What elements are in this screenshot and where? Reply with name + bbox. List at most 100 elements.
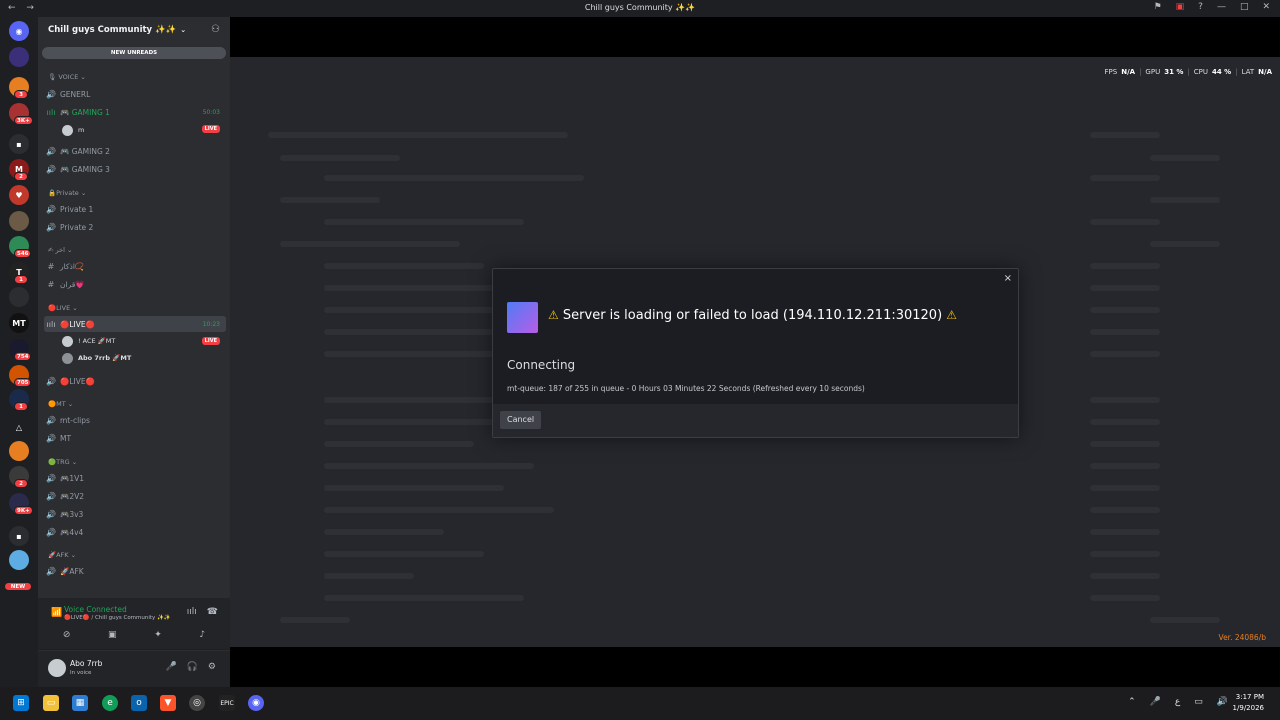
server-icon-server-14[interactable] <box>9 441 29 461</box>
gpu-value: 31 % <box>1164 68 1184 76</box>
category-live[interactable]: 🔴LIVE ⌄ <box>48 304 78 312</box>
category-mt[interactable]: 🟠MT ⌄ <box>48 400 73 408</box>
outlook-icon[interactable]: o <box>131 695 147 711</box>
dialog-title: ⚠ Server is loading or failed to load (1… <box>548 308 958 323</box>
disconnect-icon[interactable]: ☎ <box>207 607 218 617</box>
noise-suppression-icon[interactable]: ıılı <box>187 607 197 617</box>
camera-off-icon[interactable]: ⊘ <box>63 630 71 640</box>
channel-quran[interactable]: # قران💗 <box>44 276 226 292</box>
channel-1v1[interactable]: 🔊 🎮1V1 <box>44 470 226 486</box>
server-header[interactable]: Chill guys Community ✨✨ ⌄ ⚇ <box>38 17 230 43</box>
discord-icon[interactable]: ◉ <box>248 695 264 711</box>
soundboard-icon[interactable]: ♪ <box>199 630 205 640</box>
store-icon[interactable]: ▦ <box>72 695 88 711</box>
server-icon-folder-2[interactable]: ▪ <box>9 526 29 546</box>
channel-mt[interactable]: 🔊 MT <box>44 430 226 446</box>
channel-private-2[interactable]: 🔊 Private 2 <box>44 219 226 235</box>
blurred-menu-row <box>324 263 484 269</box>
category-arabic[interactable]: ✍ اخر ⌄ <box>48 246 72 254</box>
category-private[interactable]: 🔒Private ⌄ <box>48 189 86 197</box>
new-badge[interactable]: NEW <box>4 582 32 591</box>
live-indicator: LIVE <box>198 333 226 349</box>
server-icon-folder-1[interactable]: ▪ <box>9 134 29 154</box>
blurred-menu-row <box>324 463 534 469</box>
server-icon-discord-home[interactable]: ◉ <box>9 21 29 41</box>
windows-start-icon[interactable]: ⊞ <box>13 695 29 711</box>
speaker-icon: 🔊 <box>46 527 56 537</box>
help-icon[interactable]: ? <box>1198 2 1203 12</box>
server-icon-server-13[interactable]: △ <box>9 417 29 437</box>
server-icon-server-mt[interactable]: MT <box>9 313 29 333</box>
server-rail: ◉ 3 3K+ ▪ M 2 ♥ 546 T 1 MT 754 705 1 △ 2 9K+ ▪ NEW <box>0 17 38 687</box>
user-avatar[interactable] <box>48 659 66 677</box>
channel-gaming-3[interactable]: 🔊 🎮 GAMING 3 <box>44 161 226 177</box>
blurred-menu-value <box>1090 529 1160 535</box>
channel-mt-clips[interactable]: 🔊 mt-clips <box>44 412 226 428</box>
inbox-icon[interactable]: ▣ <box>1176 2 1185 12</box>
channel-azkar[interactable]: # اذكار📿 <box>44 258 226 274</box>
channel-2v2[interactable]: 🔊 🎮2V2 <box>44 488 226 504</box>
voice-user-ace[interactable]: ! ACE 🚀MT <box>62 334 115 348</box>
brave-browser-icon[interactable]: ▼ <box>160 695 176 711</box>
channel-3v3[interactable]: 🔊 🎮3v3 <box>44 506 226 522</box>
channel-live-2[interactable]: 🔊 🔴LIVE🔴 <box>44 373 226 389</box>
minimize-icon[interactable]: — <box>1217 2 1226 12</box>
steam-icon[interactable]: ◎ <box>189 695 205 711</box>
channel-private-1[interactable]: 🔊 Private 1 <box>44 201 226 217</box>
server-name: Chill guys Community ✨✨ <box>48 25 177 35</box>
server-icon-server-17[interactable] <box>9 550 29 570</box>
mic-tray-icon[interactable]: 🎤 <box>1150 697 1161 707</box>
voice-user[interactable]: m <box>62 123 84 137</box>
channel-gaming-1[interactable]: ıılı 🎮 GAMING 1 50:03 <box>44 104 226 120</box>
category-trg[interactable]: 🟢TRG ⌄ <box>48 458 77 466</box>
channel-4v4[interactable]: 🔊 🎮4v4 <box>44 524 226 540</box>
language-indicator[interactable]: ع <box>1175 697 1180 707</box>
channel-generl[interactable]: 🔊 GENERL <box>44 86 226 102</box>
speaker-icon: 🔊 <box>46 89 56 99</box>
cancel-button[interactable]: Cancel <box>500 411 542 429</box>
server-icon-server-6[interactable] <box>9 211 29 231</box>
category-voice[interactable]: 🎙 VOICE ⌄ <box>48 73 86 81</box>
blurred-menu-row <box>324 595 524 601</box>
file-explorer-icon[interactable]: ▭ <box>43 695 59 711</box>
voice-location[interactable]: 🔴LIVE🔴 / Chill guys Community ✨✨ <box>64 615 171 621</box>
chevron-up-icon[interactable]: ⌃ <box>1128 697 1136 707</box>
username[interactable]: Abo 7rrb <box>70 659 102 668</box>
close-icon[interactable]: × <box>1004 273 1012 284</box>
server-icon-server-1[interactable] <box>9 47 29 67</box>
flag-icon[interactable]: ⚑ <box>1154 2 1162 12</box>
new-unreads-button[interactable]: NEW UNREADS <box>42 47 226 59</box>
voice-status[interactable]: Voice Connected <box>64 605 127 614</box>
microphone-icon[interactable]: 🎤 <box>165 662 176 672</box>
blurred-menu-value <box>1090 397 1160 403</box>
game-bottom-bar <box>230 647 1280 687</box>
edge-browser-icon[interactable]: e <box>102 695 118 711</box>
voice-user-self[interactable]: Abo 7rrb 🚀MT <box>62 351 131 365</box>
display-icon[interactable]: ▭ <box>1194 697 1203 707</box>
server-icon-server-5[interactable]: ♥ <box>9 185 29 205</box>
screen-share-icon[interactable]: ▣ <box>108 630 117 640</box>
maximize-icon[interactable]: □ <box>1240 2 1249 12</box>
add-member-icon[interactable]: ⚇ <box>211 24 220 35</box>
server-icon-server-9[interactable] <box>9 287 29 307</box>
headphones-icon[interactable]: 🎧 <box>187 662 198 672</box>
speaker-icon: 🔊 <box>46 509 56 519</box>
blurred-menu-value <box>1090 485 1160 491</box>
volume-icon[interactable]: 🔊 <box>1217 697 1228 707</box>
channel-sidebar: Chill guys Community ✨✨ ⌄ ⚇ NEW UNREADS … <box>38 17 230 687</box>
blurred-menu-value <box>1090 329 1160 335</box>
settings-gear-icon[interactable]: ⚙ <box>208 662 216 672</box>
blurred-menu-value <box>1090 551 1160 557</box>
speaker-icon: 🔊 <box>46 376 56 386</box>
activities-icon[interactable]: ✦ <box>154 630 162 640</box>
channel-afk[interactable]: 🔊 🚀AFK <box>44 563 226 579</box>
signal-icon[interactable]: 📶 <box>51 608 62 618</box>
channel-live-active[interactable]: ıılı 🔴LIVE🔴 10:23 <box>44 316 226 332</box>
close-window-icon[interactable]: ✕ <box>1262 2 1270 12</box>
blurred-menu-value <box>1150 241 1220 247</box>
clock[interactable]: 3:17 PM 1/9/2026 <box>1233 692 1264 714</box>
category-afk[interactable]: 🚀AFK ⌄ <box>48 551 76 559</box>
epic-games-icon[interactable]: EPIC <box>219 695 235 711</box>
channel-gaming-2[interactable]: 🔊 🎮 GAMING 2 <box>44 143 226 159</box>
voice-buttons: ⊘ ▣ ✦ ♪ <box>44 630 224 640</box>
